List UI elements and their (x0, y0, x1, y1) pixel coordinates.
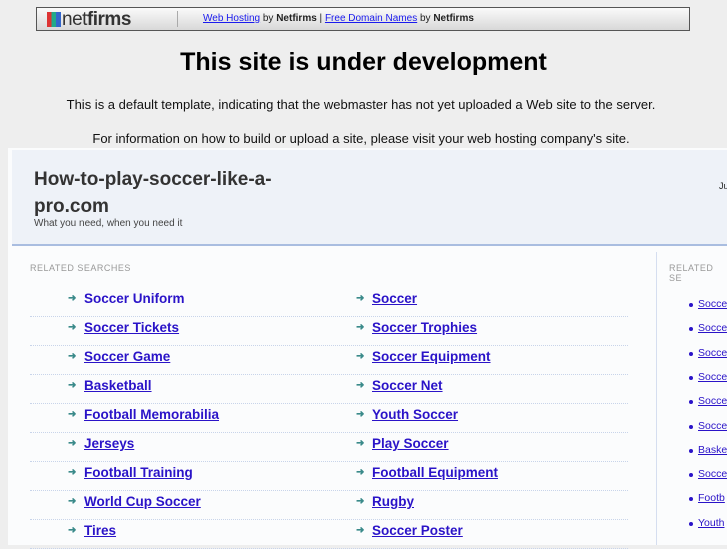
side-related-link[interactable]: Socce (698, 322, 727, 334)
related-row: ➜ Basketball ➜ Soccer Net (30, 374, 628, 404)
related-link[interactable]: Basketball (84, 378, 152, 393)
arrow-icon: ➜ (356, 409, 365, 420)
bullet-icon (689, 497, 693, 502)
bullet-icon (689, 400, 693, 405)
arrow-icon: ➜ (68, 525, 77, 536)
related-link[interactable]: Football Equipment (372, 465, 498, 480)
column-divider (656, 252, 657, 545)
side-related-link[interactable]: Socce (698, 420, 727, 432)
related-link[interactable]: Tires (84, 523, 116, 538)
arrow-icon: ➜ (68, 496, 77, 507)
side-related-link[interactable]: Socce (698, 371, 727, 383)
side-related-link[interactable]: Socce (698, 468, 727, 480)
arrow-icon: ➜ (68, 322, 77, 333)
arrow-icon: ➜ (356, 351, 365, 362)
netfirms-logo[interactable]: netfirms (47, 9, 131, 31)
related-link[interactable]: Soccer Net (372, 378, 443, 393)
divider (177, 11, 178, 27)
arrow-icon: ➜ (68, 438, 77, 449)
arrow-icon: ➜ (356, 438, 365, 449)
related-searches-label: RELATED SEARCHES (30, 263, 131, 273)
top-links: Web Hosting by Netfirms | Free Domain Na… (203, 13, 474, 24)
arrow-icon: ➜ (356, 293, 365, 304)
related-link[interactable]: Soccer Tickets (84, 320, 179, 335)
related-link[interactable]: Jerseys (84, 436, 134, 451)
date-text: Ju (719, 181, 727, 191)
brand-text: Netfirms (433, 13, 474, 24)
side-related-link[interactable]: Socce (698, 395, 727, 407)
arrow-icon: ➜ (68, 467, 77, 478)
bullet-icon (689, 303, 693, 307)
bullet-icon (689, 351, 693, 356)
site-header: How-to-play-soccer-like-a-pro.com What y… (12, 150, 727, 246)
related-link[interactable]: Play Soccer (372, 436, 449, 451)
side-related-link[interactable]: Youth (698, 517, 724, 529)
side-related-link[interactable]: Baske (698, 444, 727, 456)
page-title: This site is under development (180, 48, 547, 76)
arrow-icon: ➜ (68, 380, 77, 391)
arrow-icon: ➜ (68, 293, 77, 304)
arrow-icon: ➜ (356, 467, 365, 478)
bullet-icon (689, 448, 693, 453)
related-link[interactable]: Football Training (84, 465, 193, 480)
related-link[interactable]: Soccer Trophies (372, 320, 477, 335)
bullet-icon (689, 521, 693, 526)
side-related-link[interactable]: Socce (698, 347, 727, 359)
related-row: ➜ World Cup Soccer ➜ Rugby (30, 490, 628, 520)
arrow-icon: ➜ (68, 409, 77, 420)
related-link[interactable]: World Cup Soccer (84, 494, 201, 509)
side-related-link[interactable]: Socce (698, 298, 727, 310)
side-related-label: RELATED SE (669, 263, 714, 283)
netfirms-bar: netfirms Web Hosting by Netfirms | Free … (36, 7, 690, 31)
tagline: What you need, when you need it (34, 218, 183, 229)
domain-name: How-to-play-soccer-like-a-pro.com (34, 169, 272, 217)
by-text: by (417, 13, 434, 24)
related-link[interactable]: Soccer Uniform (84, 291, 185, 306)
pipe: | (316, 13, 325, 24)
parked-page: How-to-play-soccer-like-a-pro.com What y… (8, 148, 727, 549)
bullet-icon (689, 375, 693, 380)
bullet-icon (689, 327, 693, 332)
related-row: ➜ Soccer Tickets ➜ Soccer Trophies (30, 316, 628, 346)
arrow-icon: ➜ (68, 351, 77, 362)
related-link[interactable]: Soccer Equipment (372, 349, 491, 364)
related-row: ➜ Football Memorabilia ➜ Youth Soccer (30, 403, 628, 433)
by-text: by (260, 13, 277, 24)
related-row: ➜ Jerseys ➜ Play Soccer (30, 432, 628, 462)
brand-text: Netfirms (276, 13, 317, 24)
web-hosting-link[interactable]: Web Hosting (203, 13, 260, 24)
arrow-icon: ➜ (356, 496, 365, 507)
arrow-icon: ➜ (356, 322, 365, 333)
related-link[interactable]: Youth Soccer (372, 407, 458, 422)
related-link[interactable]: Soccer Game (84, 349, 170, 364)
related-link[interactable]: Rugby (372, 494, 414, 509)
related-link[interactable]: Soccer Poster (372, 523, 463, 538)
related-row: ➜ Football Training ➜ Football Equipment (30, 461, 628, 491)
netfirms-logo-icon (47, 12, 61, 27)
bullet-icon (689, 424, 693, 429)
free-domain-link[interactable]: Free Domain Names (325, 13, 417, 24)
arrow-icon: ➜ (356, 525, 365, 536)
related-row: ➜ Soccer Uniform ➜ Soccer (30, 287, 628, 317)
arrow-icon: ➜ (356, 380, 365, 391)
related-row: ➜ Soccer Game ➜ Soccer Equipment (30, 345, 628, 375)
related-link[interactable]: Soccer (372, 291, 417, 306)
info-line-2: For information on how to build or uploa… (92, 131, 630, 146)
bullet-icon (689, 473, 693, 478)
side-related-link[interactable]: Footb (698, 492, 725, 504)
related-link[interactable]: Football Memorabilia (84, 407, 219, 422)
info-line-1: This is a default template, indicating t… (66, 97, 656, 112)
